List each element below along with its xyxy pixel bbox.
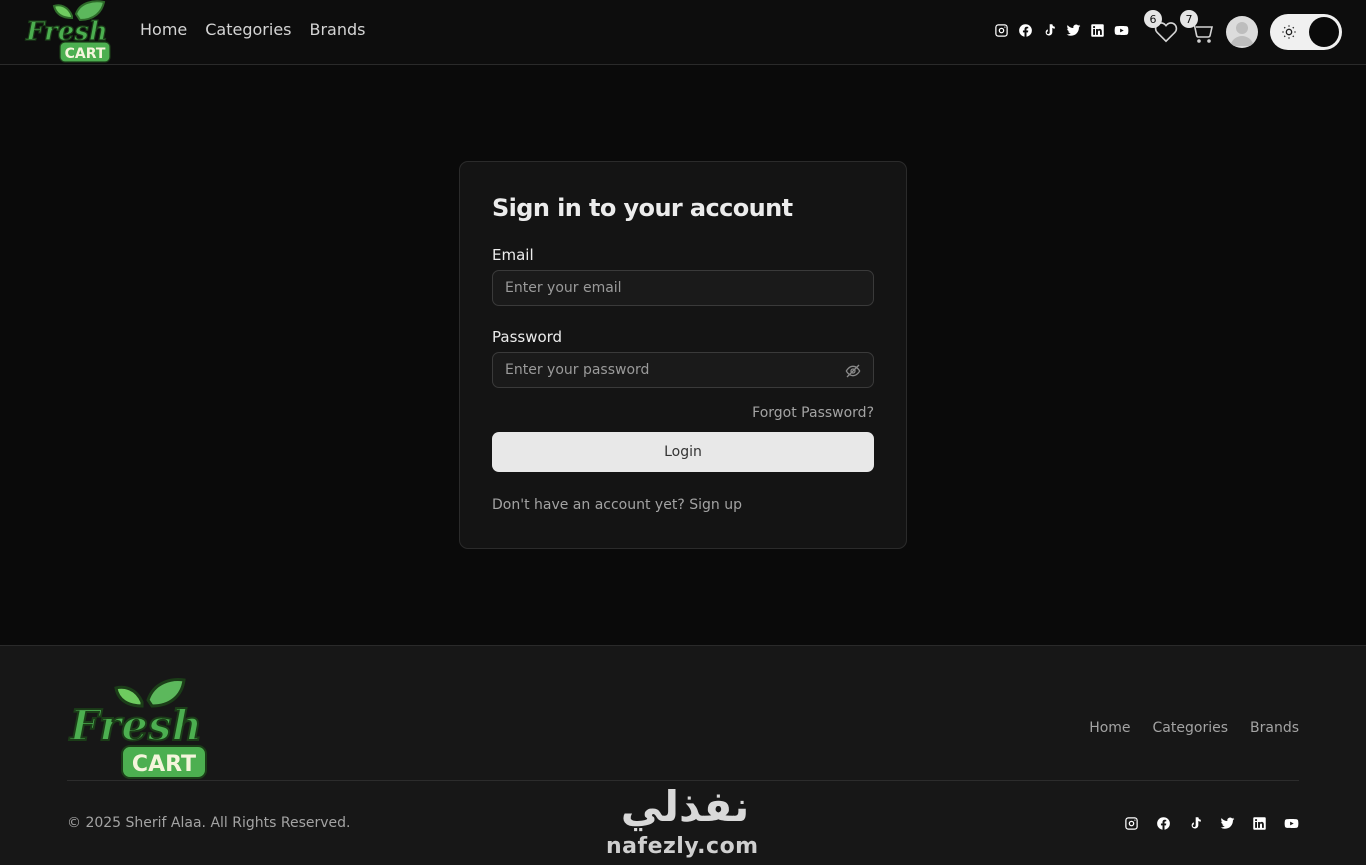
footer-freshcart-logo[interactable]: Fresh CART — [66, 676, 210, 782]
signup-link[interactable]: Sign up — [689, 497, 742, 513]
user-silhouette-icon — [1230, 22, 1254, 46]
nav-link-home[interactable]: Home — [140, 20, 187, 39]
wishlist-count-badge: 6 — [1144, 10, 1162, 28]
footer-social-links — [1124, 816, 1299, 831]
twitter-icon[interactable] — [1066, 23, 1081, 38]
cart-button[interactable]: 7 — [1180, 10, 1216, 46]
linkedin-icon[interactable] — [1252, 816, 1267, 831]
footer-nav: Home Categories Brands — [1089, 720, 1299, 736]
youtube-icon[interactable] — [1114, 23, 1129, 38]
navbar: Fresh CART Home Categories Brands 6 7 — [0, 0, 1366, 65]
email-label: Email — [492, 246, 534, 264]
instagram-icon[interactable] — [994, 23, 1009, 38]
facebook-icon[interactable] — [1018, 23, 1033, 38]
password-label: Password — [492, 328, 563, 346]
email-field-wrapper — [492, 270, 874, 306]
youtube-icon[interactable] — [1284, 816, 1299, 831]
footer-link-categories[interactable]: Categories — [1153, 720, 1228, 736]
wishlist-button[interactable]: 6 — [1144, 10, 1180, 46]
twitter-icon[interactable] — [1220, 816, 1235, 831]
footer-link-home[interactable]: Home — [1089, 720, 1130, 736]
footer-link-brands[interactable]: Brands — [1250, 720, 1299, 736]
main-nav: Home Categories Brands — [140, 20, 366, 39]
password-field-wrapper — [492, 352, 874, 388]
footer: Fresh CART Home Categories Brands © 2025… — [0, 645, 1366, 865]
signup-prompt-text: Don't have an account yet? — [492, 497, 685, 513]
svg-text:CART: CART — [65, 46, 106, 62]
theme-toggle[interactable] — [1270, 14, 1342, 50]
instagram-icon[interactable] — [1124, 816, 1139, 831]
linkedin-icon[interactable] — [1090, 23, 1105, 38]
watermark-latin-text: nafezly.com — [606, 834, 759, 859]
email-field[interactable] — [493, 271, 873, 305]
sun-icon — [1282, 25, 1296, 39]
copyright-text: © 2025 Sherif Alaa. All Rights Reserved. — [67, 815, 351, 831]
svg-text:CART: CART — [132, 752, 196, 777]
user-avatar[interactable] — [1226, 16, 1258, 48]
cart-count-badge: 7 — [1180, 10, 1198, 28]
page-title: Sign in to your account — [492, 194, 793, 222]
nav-link-categories[interactable]: Categories — [205, 20, 291, 39]
freshcart-logo[interactable]: Fresh CART — [24, 0, 114, 64]
tiktok-icon[interactable] — [1042, 23, 1057, 38]
header-social-links — [994, 23, 1129, 38]
facebook-icon[interactable] — [1156, 816, 1171, 831]
forgot-password-link[interactable]: Forgot Password? — [752, 405, 874, 421]
svg-text:Fresh: Fresh — [69, 701, 202, 750]
eye-off-icon[interactable] — [845, 363, 861, 379]
watermark-arabic-text: نفذلي — [620, 782, 750, 831]
signup-prompt: Don't have an account yet? Sign up — [492, 497, 742, 513]
theme-toggle-knob — [1309, 17, 1339, 47]
login-card: Sign in to your account Email Password F… — [459, 161, 907, 549]
password-field[interactable] — [493, 353, 873, 387]
nafezly-watermark: نفذلي nafezly.com — [596, 780, 772, 865]
nav-link-brands[interactable]: Brands — [310, 20, 366, 39]
login-button[interactable]: Login — [492, 432, 874, 472]
tiktok-icon[interactable] — [1188, 816, 1203, 831]
